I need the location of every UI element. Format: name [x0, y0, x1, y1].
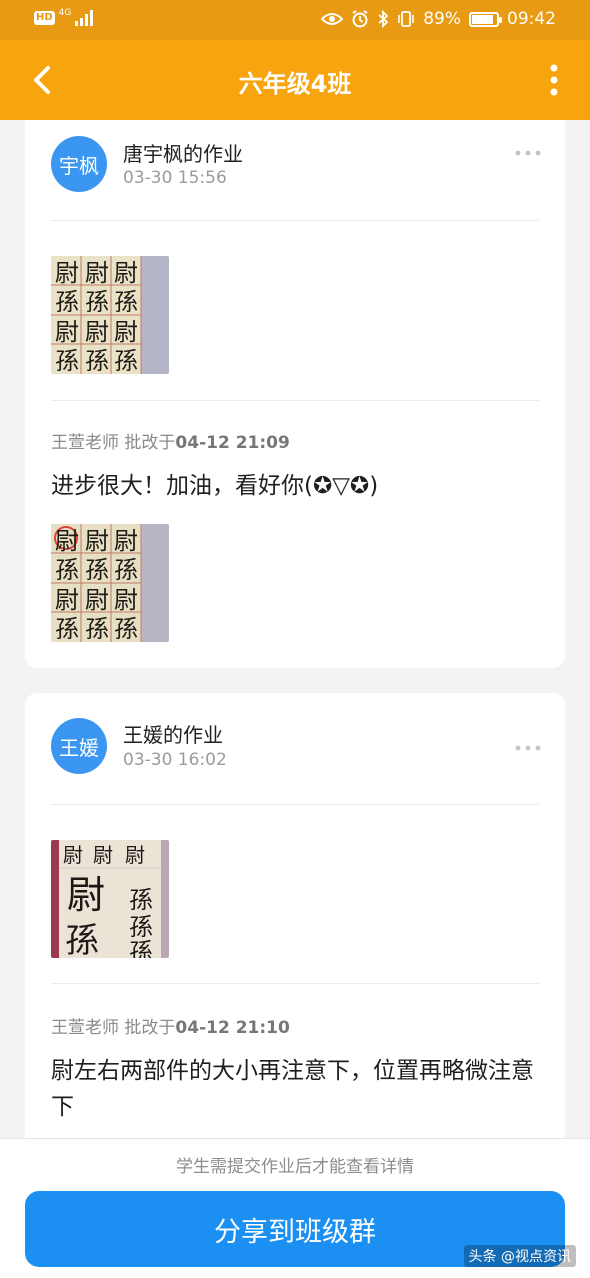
- photo-char: 尉: [93, 843, 113, 867]
- calligraphy-image: 尉 尉 尉 尉 孫 孫 孫 孫: [51, 840, 169, 958]
- divider: [51, 983, 539, 984]
- homework-photo[interactable]: 尉 尉 尉 孫 孫 孫 尉 尉 尉 孫 孫 孫: [51, 256, 169, 374]
- teacher-comment: 进步很大！加油，看好你(✪▽✪): [51, 473, 379, 499]
- homework-title[interactable]: 唐宇枫的作业: [123, 138, 243, 167]
- photo-char: 孫: [129, 913, 153, 941]
- homework-photo[interactable]: 尉 尉 尉 尉 孫 孫 孫 孫: [51, 840, 169, 958]
- photo-char: 尉: [114, 527, 138, 555]
- bluetooth-icon: [378, 10, 389, 28]
- status-bar: HD 4G 89% 09:42: [0, 0, 590, 40]
- bottom-panel: 学生需提交作业后才能查看详情 分享到班级群 头条 @视点资讯: [0, 1138, 590, 1278]
- calligraphy-image: 尉 尉 尉 孫 孫 孫 尉 尉 尉 孫 孫 孫: [51, 256, 169, 374]
- submit-hint: 学生需提交作业后才能查看详情: [176, 1157, 414, 1177]
- alarm-icon: [352, 10, 368, 28]
- eye-icon: [321, 13, 344, 25]
- photo-char: 尉: [114, 259, 138, 287]
- review-info: 王萱老师 批改于04-12 21:09: [51, 428, 290, 453]
- review-datetime: 04-12 21:09: [175, 433, 290, 453]
- avatar[interactable]: 王媛: [51, 718, 107, 774]
- status-right: 89% 09:42: [321, 9, 556, 29]
- horizontal-dots-icon[interactable]: [515, 745, 541, 751]
- divider: [51, 400, 539, 401]
- hd-badge: HD: [34, 11, 55, 25]
- photo-char: 尉: [55, 527, 79, 555]
- nav-bar: 六年级4班: [0, 40, 590, 120]
- battery-icon: [469, 11, 502, 27]
- status-left: HD 4G: [34, 8, 94, 26]
- photo-char: 尉: [85, 318, 109, 346]
- photo-char: 孫: [85, 288, 109, 316]
- vibrate-icon: [398, 11, 415, 27]
- horizontal-dots-icon[interactable]: [515, 150, 541, 156]
- photo-char: 孫: [55, 556, 79, 584]
- battery-fill: [472, 14, 493, 24]
- avatar[interactable]: 宇枫: [51, 136, 107, 192]
- photo-char: 尉: [55, 586, 79, 614]
- photo-char: 孫: [65, 921, 99, 958]
- photo-char: 孫: [55, 288, 79, 316]
- homework-time: 03-30 16:02: [123, 750, 227, 770]
- photo-char: 孫: [55, 615, 79, 642]
- homework-card: 宇枫 唐宇枫的作业 03-30 15:56 尉 尉 尉 孫 孫 孫 尉 尉 尉 …: [25, 120, 565, 668]
- divider: [51, 804, 539, 805]
- graded-photo[interactable]: 尉 尉 尉 孫 孫 孫 尉 尉 尉 孫 孫 孫: [51, 524, 169, 642]
- photo-char: 尉: [63, 843, 83, 867]
- photo-char: 孫: [114, 556, 138, 584]
- photo-char: 尉: [85, 527, 109, 555]
- app-screen: HD 4G 89% 09:42 六年级4班 宇枫 唐宇枫的作业 03-30 15…: [0, 0, 590, 1278]
- photo-char: 尉: [114, 318, 138, 346]
- homework-title[interactable]: 王媛的作业: [123, 719, 223, 748]
- photo-char: 孫: [114, 288, 138, 316]
- photo-char: 尉: [55, 259, 79, 287]
- calligraphy-image: 尉 尉 尉 孫 孫 孫 尉 尉 尉 孫 孫 孫: [51, 524, 169, 642]
- review-datetime: 04-12 21:10: [175, 1018, 290, 1038]
- reviewer-label: 王萱老师 批改于: [51, 1018, 176, 1038]
- photo-char: 孫: [55, 347, 79, 374]
- photo-char: 孫: [85, 615, 109, 642]
- photo-char: 尉: [114, 586, 138, 614]
- photo-char: 孫: [85, 556, 109, 584]
- photo-char: 孫: [114, 347, 138, 374]
- battery-percent: 89%: [423, 9, 461, 29]
- homework-time: 03-30 15:56: [123, 168, 227, 188]
- review-info: 王萱老师 批改于04-12 21:10: [51, 1013, 290, 1038]
- photo-char: 孫: [129, 938, 153, 958]
- reviewer-label: 王萱老师 批改于: [51, 433, 176, 453]
- photo-char: 尉: [67, 873, 105, 917]
- network-type: 4G: [58, 8, 72, 18]
- homework-card: 王媛 王媛的作业 03-30 16:02 尉 尉 尉 尉 孫 孫 孫 孫 王萱老…: [25, 693, 565, 1138]
- vertical-dots-icon[interactable]: [548, 64, 560, 96]
- watermark: 头条 @视点资讯: [463, 1245, 576, 1267]
- teacher-comment: 尉左右两部件的大小再注意下，位置再略微注意下: [51, 1058, 534, 1120]
- photo-char: 尉: [125, 843, 145, 867]
- photo-char: 尉: [55, 318, 79, 346]
- homework-feed[interactable]: 宇枫 唐宇枫的作业 03-30 15:56 尉 尉 尉 孫 孫 孫 尉 尉 尉 …: [0, 120, 590, 1138]
- photo-char: 尉: [85, 259, 109, 287]
- divider: [51, 220, 539, 221]
- photo-char: 尉: [85, 586, 109, 614]
- photo-char: 孫: [85, 347, 109, 374]
- signal-icon: [75, 10, 94, 26]
- photo-char: 孫: [114, 615, 138, 642]
- photo-char: 孫: [129, 886, 153, 914]
- page-title: 六年级4班: [238, 70, 352, 98]
- clock: 09:42: [507, 9, 556, 29]
